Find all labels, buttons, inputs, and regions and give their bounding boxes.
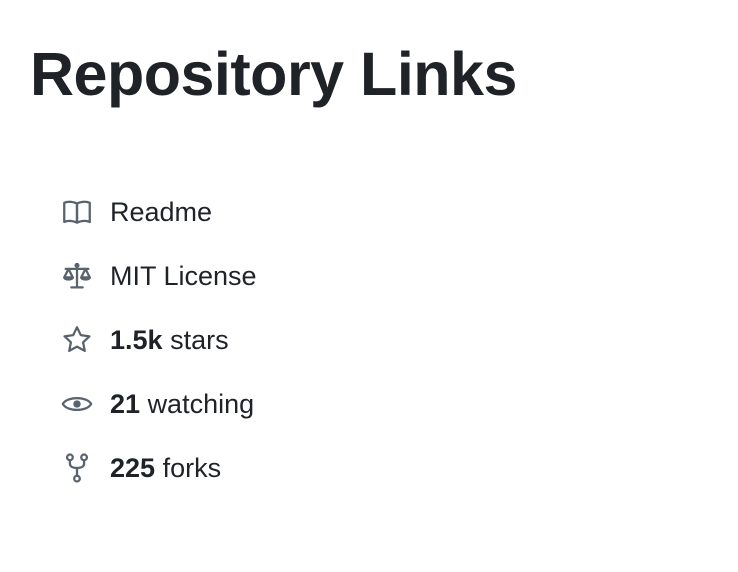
forks-count: 225: [110, 453, 156, 483]
stars-count: 1.5k: [110, 325, 163, 355]
license-link[interactable]: MIT License: [60, 244, 257, 308]
page-title: Repository Links: [30, 40, 517, 108]
book-icon: [60, 194, 96, 230]
repository-links-list: Readme MIT License 1.5k stars 21 watchin…: [60, 180, 257, 500]
license-label: MIT License: [110, 261, 257, 291]
watching-label: watching: [147, 389, 255, 419]
stars-label: stars: [170, 325, 229, 355]
readme-link[interactable]: Readme: [60, 180, 257, 244]
watching-link[interactable]: 21 watching: [60, 372, 257, 436]
scale-icon: [60, 258, 96, 294]
forks-label: forks: [162, 453, 222, 483]
watching-count: 21: [110, 389, 141, 419]
star-icon: [60, 322, 96, 358]
readme-label: Readme: [110, 197, 213, 227]
eye-icon: [60, 386, 96, 422]
forks-link[interactable]: 225 forks: [60, 436, 257, 500]
fork-icon: [60, 450, 96, 486]
stars-link[interactable]: 1.5k stars: [60, 308, 257, 372]
